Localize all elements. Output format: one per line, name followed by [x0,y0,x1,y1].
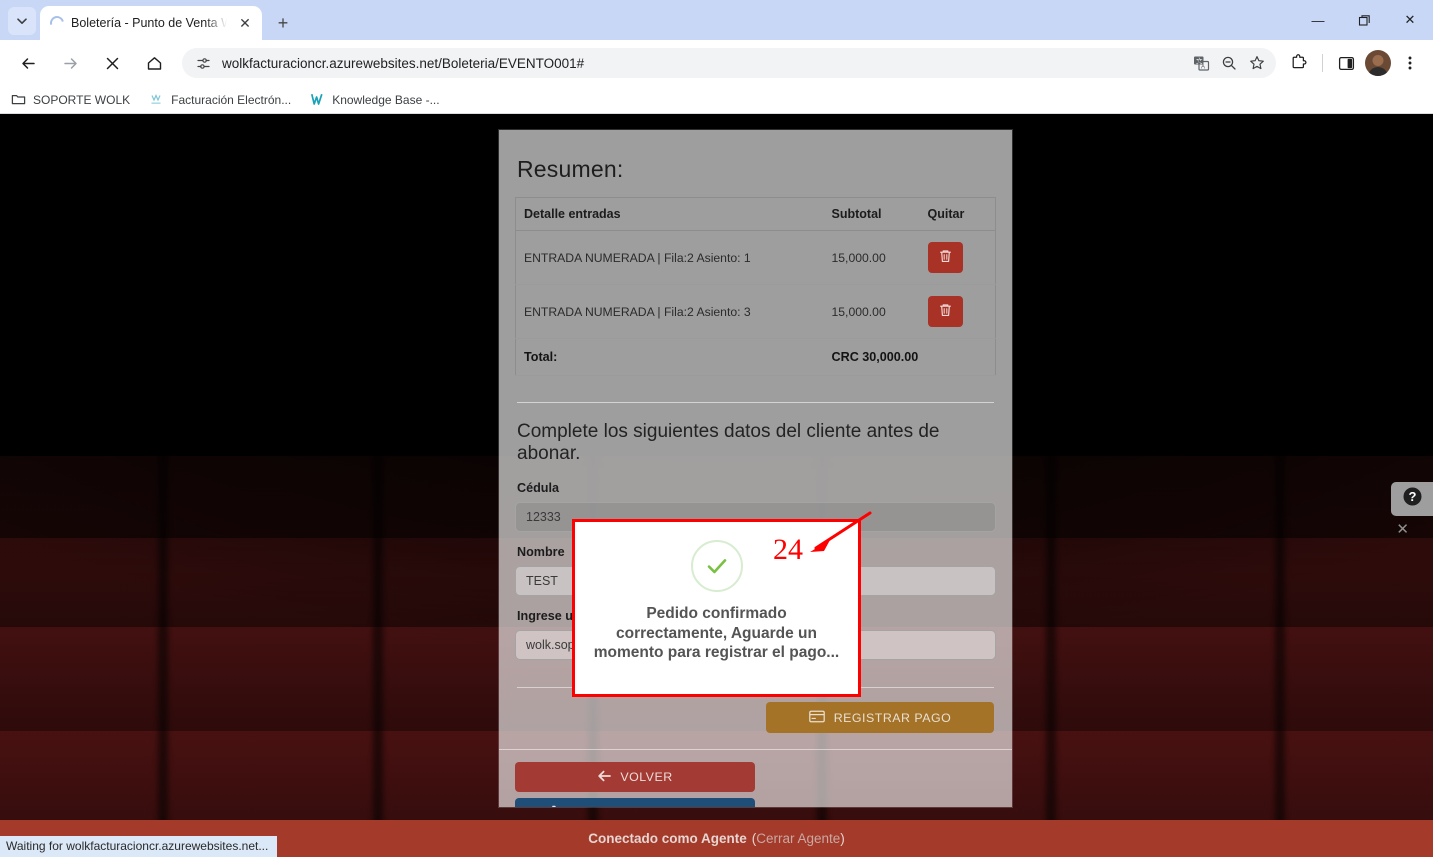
stop-loading-icon[interactable] [97,48,127,78]
pay-button-row: REGISTRAR PAGO [515,702,996,734]
logout-close-paren: ) [840,831,845,846]
bookmark-soporte-wolk[interactable]: SOPORTE WOLK [10,92,130,108]
table-row: ENTRADA NUMERADA | Fila:2 Asiento: 1 15,… [515,230,996,285]
svg-text:?: ? [1408,489,1416,504]
annotation-number: 24 [773,533,803,566]
order-summary-table: Detalle entradas Subtotal Quitar ENTRADA… [515,197,996,376]
volver-label: VOLVER [620,770,673,785]
card-footer: VOLVER SEGUIR COMPRANDO [499,749,1012,807]
cart-icon [552,805,568,807]
bookmark-label: Knowledge Base -... [332,92,440,107]
arrow-left-icon [597,770,612,785]
cedula-label: Cédula [517,480,559,495]
help-close-icon[interactable]: ✕ [1396,520,1409,538]
status-bar: Waiting for wolkfacturacioncr.azurewebsi… [0,836,278,857]
maximize-button[interactable] [1341,0,1387,40]
favicon-wolk-icon [309,92,325,108]
three-dot-menu-icon[interactable] [1395,48,1425,78]
side-panel-icon[interactable] [1331,48,1361,78]
total-value: CRC 30,000.00 [823,338,996,376]
total-label: Total: [515,338,824,376]
browser-window: Boletería - Punto de Venta Wolk ✕ + — ✕ [0,0,1433,857]
browser-tab[interactable]: Boletería - Punto de Venta Wolk ✕ [40,6,262,40]
svg-text:A: A [1201,64,1205,70]
ticket-detail: ENTRADA NUMERADA | Fila:2 Asiento: 3 [515,284,824,339]
zoom-out-icon[interactable] [1216,50,1242,76]
table-header-row: Detalle entradas Subtotal Quitar [515,197,996,231]
help-button[interactable]: ? [1391,482,1433,516]
address-bar[interactable]: wolkfacturacioncr.azurewebsites.net/Bole… [182,48,1276,78]
profile-avatar[interactable] [1365,50,1391,76]
seguir-comprando-label: SEGUIR COMPRANDO [577,806,718,807]
success-check-icon [690,540,743,592]
toolbar-divider [1322,54,1323,72]
section-divider [517,402,994,403]
home-icon[interactable] [139,48,169,78]
favicon-facturacion-icon [148,92,164,108]
registrar-pago-button[interactable]: REGISTRAR PAGO [766,702,994,734]
remove-cell [919,284,996,339]
bookmarks-bar: SOPORTE WOLK Facturación Electrón... Kno… [0,86,1433,114]
form-heading: Complete los siguientes datos del client… [517,421,940,464]
bookmark-label: Facturación Electrón... [171,92,292,107]
volver-button[interactable]: VOLVER [515,762,755,793]
cerrar-agente-link[interactable]: Cerrar Agente [756,831,840,846]
registrar-pago-label: REGISTRAR PAGO [833,710,952,725]
column-header-detalle: Detalle entradas [515,197,824,231]
forward-icon[interactable] [55,48,85,78]
page-title: Resumen: [517,156,624,182]
bookmark-knowledge-base[interactable]: Knowledge Base -... [309,92,440,108]
tab-loading-spinner-icon [47,13,67,33]
translate-icon[interactable]: 文A [1188,50,1214,76]
modal-message: Pedido confirmado correctamente, Aguarde… [593,605,840,662]
browser-toolbar: wolkfacturacioncr.azurewebsites.net/Bole… [0,40,1433,86]
page-viewport: Resumen: Detalle entradas Subtotal Quita… [0,115,1433,857]
table-row: ENTRADA NUMERADA | Fila:2 Asiento: 3 15,… [515,284,996,339]
column-header-quitar: Quitar [919,197,996,231]
omnibox-actions: 文A [1188,50,1272,76]
back-icon[interactable] [13,48,43,78]
new-tab-button[interactable]: + [272,12,294,34]
annotation-arrow-icon [810,511,872,552]
remove-ticket-button[interactable] [927,296,963,327]
tab-title: Boletería - Punto de Venta Wolk [71,16,227,30]
tab-close-icon[interactable]: ✕ [234,12,256,34]
trash-icon [939,303,952,320]
remove-cell [919,230,996,285]
column-header-subtotal: Subtotal [823,197,920,231]
minimize-button[interactable]: — [1295,0,1341,40]
tab-search-chevron-icon[interactable] [8,7,36,35]
window-controls: — ✕ [1295,0,1433,40]
extensions-icon[interactable] [1284,48,1314,78]
question-mark-icon: ? [1402,486,1423,512]
credit-card-icon [808,710,825,726]
bookmark-label: SOPORTE WOLK [33,92,131,107]
connected-as-label: Conectado como Agente [588,831,747,846]
bookmark-star-icon[interactable] [1244,50,1270,76]
site-settings-icon[interactable] [192,52,214,74]
seguir-comprando-button[interactable]: SEGUIR COMPRANDO [515,798,755,807]
bookmark-facturacion-electronica[interactable]: Facturación Electrón... [148,92,291,108]
trash-icon [939,249,952,266]
ticket-detail: ENTRADA NUMERADA | Fila:2 Asiento: 1 [515,230,824,285]
ticket-subtotal: 15,000.00 [823,230,920,285]
table-total-row: Total: CRC 30,000.00 [515,338,996,376]
tab-strip: Boletería - Punto de Venta Wolk ✕ + — ✕ [0,0,1433,40]
folder-icon [10,92,26,108]
close-window-button[interactable]: ✕ [1387,0,1433,40]
checkout-card: Resumen: Detalle entradas Subtotal Quita… [499,130,1012,807]
address-bar-url[interactable]: wolkfacturacioncr.azurewebsites.net/Bole… [222,56,1180,71]
ticket-subtotal: 15,000.00 [823,284,920,339]
remove-ticket-button[interactable] [927,242,963,273]
